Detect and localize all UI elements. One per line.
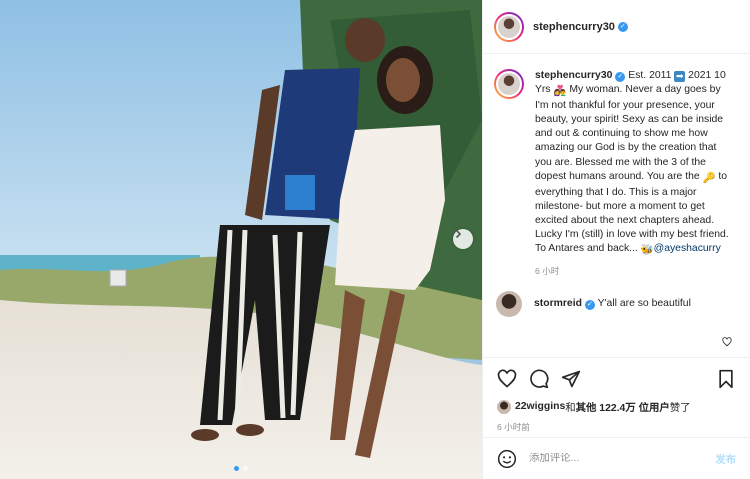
commenter-avatar[interactable]	[496, 291, 522, 318]
author-avatar[interactable]	[494, 11, 524, 42]
likes-suffix: 赞了	[669, 403, 691, 414]
post-header: stephencurry30 ✓	[483, 0, 750, 54]
comment-input[interactable]	[529, 453, 699, 464]
caption-segment: Est. 2011	[625, 70, 675, 81]
chevron-right-icon	[455, 229, 462, 239]
photo-illustration	[0, 0, 482, 479]
bookmark-icon	[719, 369, 733, 389]
share-button[interactable]	[561, 369, 581, 389]
instagram-post: stephencurry30 ✓ stephencurry30 ✓ Est. 20…	[0, 0, 750, 479]
caption-username[interactable]: stephencurry30	[535, 70, 612, 81]
caption-segment: to everything that I do. This is a major…	[535, 170, 729, 255]
arrow-right-emoji-icon: ➡	[674, 71, 686, 82]
likes-connector: 和	[565, 403, 576, 414]
key-emoji-icon: 🔑	[702, 172, 716, 184]
comment-button[interactable]	[529, 369, 549, 389]
comment-composer: 发布	[483, 437, 750, 479]
verified-badge-icon: ✓	[584, 300, 595, 311]
caption-text: stephencurry30 ✓ Est. 2011 ➡ 2021 10 Yrs …	[535, 69, 733, 258]
like-button[interactable]	[497, 369, 517, 389]
caption: stephencurry30 ✓ Est. 2011 ➡ 2021 10 Yrs …	[494, 69, 740, 258]
carousel-indicator	[0, 466, 482, 471]
carousel-dot	[243, 466, 248, 471]
likes-summary: 22wiggins 和 其他 122.4万 位用户 赞了	[497, 399, 736, 414]
heart-icon	[497, 369, 517, 388]
post-comment-button[interactable]: 发布	[715, 451, 736, 466]
carousel-dot-active	[234, 466, 239, 471]
post-actions: 22wiggins 和 其他 122.4万 位用户 赞了 6 小时前	[483, 357, 750, 437]
verified-badge-icon: ✓	[617, 21, 628, 32]
comment-text: stormreid ✓ Y'all are so beautiful	[534, 298, 691, 311]
verified-badge-icon: ✓	[615, 72, 626, 82]
next-photo-button[interactable]	[453, 229, 473, 249]
liker-username[interactable]: 22wiggins	[515, 401, 565, 412]
paper-plane-icon	[561, 370, 581, 388]
action-bar	[497, 368, 736, 390]
comment-item: stormreid ✓ Y'all are so beautiful	[494, 291, 740, 318]
comment-bubble-icon	[530, 369, 549, 389]
likes-others-link[interactable]: 其他 122.4万 位用户	[576, 399, 670, 414]
post-timestamp[interactable]: 6 小时前	[497, 421, 736, 433]
author-username[interactable]: stephencurry30	[533, 21, 615, 33]
caption-segment: My woman. Never a day goes by I'm not th…	[535, 84, 724, 182]
commenter-username[interactable]: stormreid	[534, 298, 582, 309]
liker-avatar[interactable]	[497, 399, 511, 414]
post-photo[interactable]	[0, 0, 482, 479]
comment-body: Y'all are so beautiful	[597, 298, 691, 310]
comments-section[interactable]: stephencurry30 ✓ Est. 2011 ➡ 2021 10 Yrs …	[483, 55, 750, 355]
like-comment-heart-icon[interactable]	[722, 337, 732, 347]
bee-emoji-icon: 🐝	[640, 245, 654, 257]
couple-emoji-icon: 👩‍❤️‍👨	[553, 86, 567, 98]
emoji-smiley-icon[interactable]	[497, 449, 517, 469]
save-button[interactable]	[716, 369, 736, 389]
mention-link[interactable]: @ayeshacurry	[654, 243, 721, 254]
caption-avatar[interactable]	[494, 69, 524, 99]
post-side-panel: stephencurry30 ✓ stephencurry30 ✓ Est. 20…	[482, 0, 750, 479]
caption-time: 6 小时	[535, 266, 560, 277]
